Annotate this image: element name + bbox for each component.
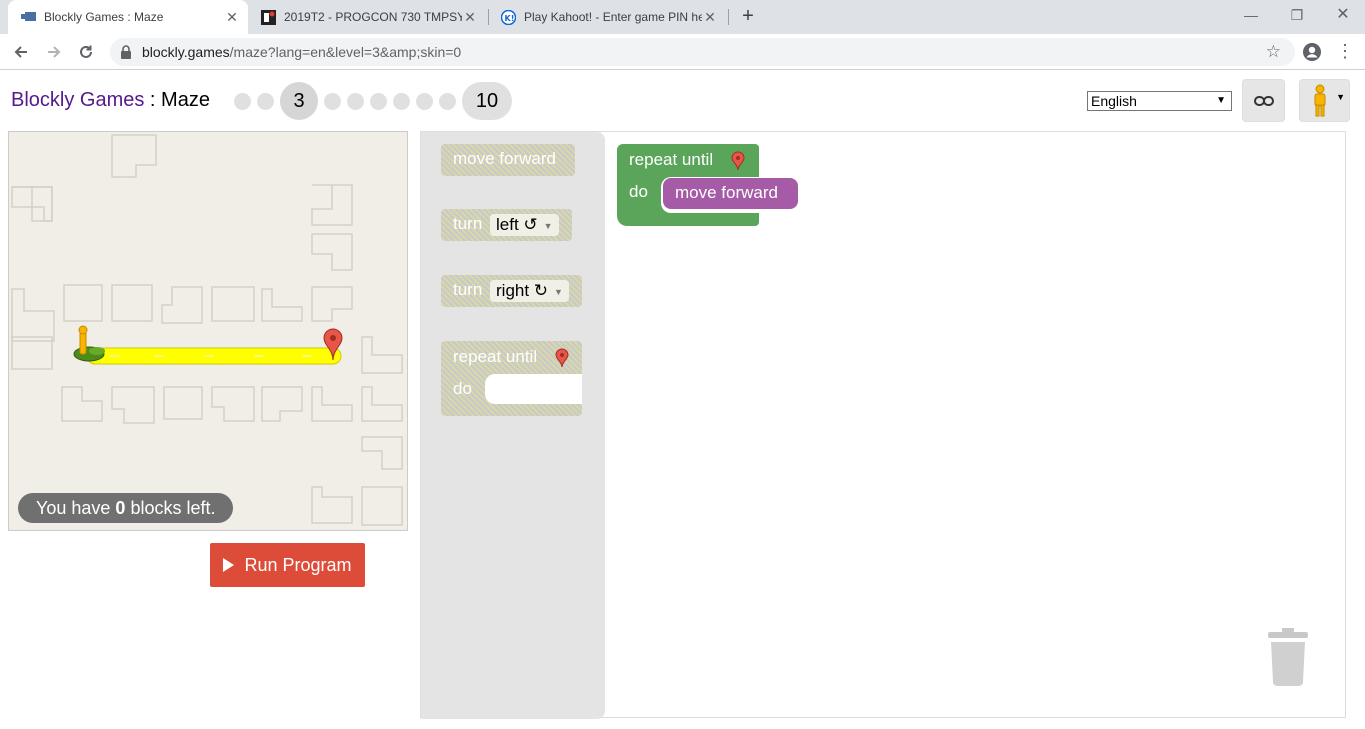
finish-marker-icon: [323, 328, 343, 361]
link-button[interactable]: [1242, 79, 1285, 122]
pegman-selector-button[interactable]: ▼: [1299, 79, 1350, 122]
finish-marker-icon: [555, 348, 569, 368]
maze-canvas: [8, 131, 408, 531]
toolbox-repeat-until-block[interactable]: repeat until do: [441, 341, 582, 416]
play-icon: [223, 558, 235, 572]
tab-kahoot[interactable]: K! Play Kahoot! - Enter game PIN he ✕: [490, 0, 726, 34]
blockly-workspace[interactable]: move forward turn left ↺ ▼ turn right ↻ ▼ …: [420, 131, 1346, 719]
level-9-dot[interactable]: [439, 92, 456, 110]
do-slot: [485, 374, 582, 404]
level-2-dot[interactable]: [257, 92, 274, 110]
restore-icon[interactable]: ❐: [1274, 0, 1320, 30]
link-icon: [1253, 95, 1274, 106]
close-tab-icon[interactable]: ✕: [224, 9, 240, 25]
tab-separator: [488, 9, 489, 25]
trash-can-icon[interactable]: [1266, 628, 1310, 686]
level-8-dot[interactable]: [416, 92, 433, 110]
last-level[interactable]: 10: [462, 82, 512, 120]
run-program-button[interactable]: Run Program: [210, 543, 365, 587]
direction-dropdown[interactable]: right ↻ ▼: [490, 280, 569, 302]
account-icon[interactable]: [1302, 42, 1322, 62]
pegman-icon: [1314, 84, 1326, 117]
lock-icon[interactable]: [120, 45, 132, 64]
tab-title: 2019T2 - PROGCON 730 TMPSY: [284, 10, 462, 24]
minimize-icon[interactable]: —: [1228, 0, 1274, 30]
blockly-games-link[interactable]: Blockly Games: [11, 89, 144, 111]
toolbox-flyout: move forward turn left ↺ ▼ turn right ↻ ▼ …: [421, 132, 605, 719]
forward-arrow-icon[interactable]: [42, 40, 66, 64]
svg-text:K!: K!: [504, 14, 514, 23]
toolbar: blockly.games/maze?lang=en&level=3&amp;s…: [0, 34, 1365, 70]
star-icon[interactable]: ☆: [1266, 43, 1281, 61]
level-5-dot[interactable]: [347, 92, 364, 110]
address-bar[interactable]: blockly.games/maze?lang=en&level=3&amp;s…: [110, 38, 1295, 66]
language-select[interactable]: English ▼: [1087, 91, 1232, 111]
kebab-menu-icon[interactable]: ⋮: [1336, 42, 1354, 62]
chevron-down-icon: ▼: [1336, 92, 1345, 102]
game-name: Maze: [161, 89, 210, 111]
toolbox-turn-right-block[interactable]: turn right ↻ ▼: [441, 275, 582, 307]
level-1-dot[interactable]: [234, 92, 251, 110]
program-move-forward-block[interactable]: move forward: [663, 178, 798, 209]
tab-progcon[interactable]: 2019T2 - PROGCON 730 TMPSY ✕: [250, 0, 486, 34]
finish-marker-icon: [731, 151, 745, 171]
tab-separator: [728, 9, 729, 25]
toolbox-turn-left-block[interactable]: turn left ↺ ▼: [441, 209, 572, 241]
reload-icon[interactable]: [74, 40, 98, 64]
page-title: Blockly Games : Maze: [11, 89, 210, 111]
tab-title: Play Kahoot! - Enter game PIN he: [524, 10, 702, 24]
new-tab-icon[interactable]: +: [738, 6, 758, 26]
direction-dropdown[interactable]: left ↺ ▼: [490, 214, 559, 236]
kahoot-favicon-icon: K!: [500, 9, 516, 25]
tab-blockly-maze[interactable]: Blockly Games : Maze ✕: [8, 0, 248, 34]
blockly-favicon-icon: [20, 9, 36, 25]
level-6-dot[interactable]: [370, 92, 387, 110]
tab-title: Blockly Games : Maze: [44, 10, 164, 24]
back-arrow-icon[interactable]: [9, 40, 33, 64]
level-4-dot[interactable]: [324, 92, 341, 110]
maze-drawing: [11, 134, 403, 526]
blocks-remaining-label: You have 0 blocks left.: [18, 493, 234, 523]
current-level[interactable]: 3: [280, 82, 318, 120]
tab-strip: Blockly Games : Maze ✕ 2019T2 - PROGCON …: [0, 0, 1365, 34]
level-selector: 3 10: [234, 82, 512, 120]
url-text: blockly.games/maze?lang=en&level=3&amp;s…: [142, 44, 462, 60]
level-7-dot[interactable]: [393, 92, 410, 110]
close-tab-icon[interactable]: ✕: [462, 9, 478, 25]
toolbox-move-forward-block[interactable]: move forward: [441, 144, 575, 176]
chevron-down-icon: ▼: [1216, 95, 1226, 106]
site-favicon-icon: [260, 9, 276, 25]
close-tab-icon[interactable]: ✕: [702, 9, 718, 25]
close-window-icon[interactable]: ✕: [1320, 0, 1365, 30]
